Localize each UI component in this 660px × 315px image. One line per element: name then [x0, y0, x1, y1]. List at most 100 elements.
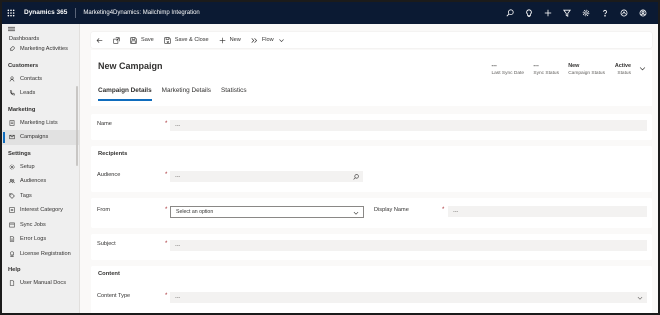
save-icon — [130, 36, 137, 44]
record-header: New Campaign --- Last Sync Date --- Sync… — [91, 50, 652, 106]
display-name-field[interactable]: --- — [448, 206, 647, 217]
tab-campaign-details[interactable]: Campaign Details — [98, 87, 152, 101]
sidebar-item-marketing-activities[interactable]: Marketing Activities — [2, 42, 79, 57]
content-type-select[interactable]: --- — [170, 292, 647, 303]
from-select-placeholder: Select an option — [176, 209, 214, 215]
sidebar-item-audiences[interactable]: Audiences — [2, 174, 79, 189]
flow-button[interactable]: Flow — [246, 32, 290, 48]
lightbulb-icon[interactable] — [519, 2, 538, 24]
tab-marketing-details[interactable]: Marketing Details — [162, 87, 211, 101]
display-name-label: Display Name — [374, 207, 409, 213]
sidebar-group-settings: Settings — [8, 150, 31, 157]
tab-list: Campaign Details Marketing Details Stati… — [98, 87, 247, 101]
sync-icon — [9, 222, 15, 228]
sidebar-item-label: Error Logs — [20, 236, 47, 243]
people-icon — [9, 179, 15, 184]
subject-section: Subject * --- — [91, 234, 652, 260]
header-field-sync-status: --- Sync Status — [533, 63, 559, 77]
save-button[interactable]: Save — [125, 32, 159, 48]
sidebar-item-dashboards[interactable]: Dashboards — [2, 34, 79, 42]
tab-statistics[interactable]: Statistics — [221, 87, 247, 101]
pop-out-icon — [113, 36, 120, 44]
hamburger-icon[interactable] — [2, 24, 79, 34]
copilot-icon[interactable] — [614, 2, 633, 24]
brand-title[interactable]: Dynamics 365 — [20, 8, 77, 18]
header-field-campaign-status: New Campaign Status — [568, 63, 605, 77]
from-label: From — [97, 207, 111, 213]
open-in-new-window-button[interactable] — [108, 32, 125, 48]
from-select[interactable]: Select an option — [170, 206, 364, 218]
save-and-close-button[interactable]: Save & Close — [159, 32, 214, 48]
app-launcher-icon[interactable] — [2, 2, 20, 24]
top-navigation-bar: Dynamics 365 Marketing4Dynamics: Mailchi… — [2, 2, 658, 24]
page-title: New Campaign — [98, 61, 163, 71]
header-field-label: Sync Status — [533, 71, 559, 76]
sidebar-item-campaigns[interactable]: Campaigns — [2, 130, 79, 145]
sidebar-item-tags[interactable]: Tags — [2, 189, 79, 204]
header-field-value: --- — [491, 63, 497, 69]
content-section: Content Content Type * --- — [91, 266, 652, 313]
from-section: From * Select an option Display Name * -… — [91, 198, 652, 228]
header-field-label: Status — [617, 71, 631, 76]
header-field-value: New — [568, 63, 580, 69]
sidebar-scrollbar[interactable] — [76, 86, 78, 166]
subject-field[interactable]: --- — [170, 240, 647, 251]
plus-icon[interactable] — [538, 2, 557, 24]
sidebar-item-label: License Registration — [20, 250, 71, 257]
required-marker: * — [442, 207, 445, 213]
name-label: Name — [97, 121, 112, 127]
phone-icon — [9, 90, 15, 96]
back-button[interactable] — [91, 32, 108, 48]
sidebar-item-leads[interactable]: Leads — [2, 86, 79, 101]
sidebar-item-label: User Manual Docs — [20, 280, 67, 287]
subject-label: Subject — [97, 241, 116, 247]
recipients-section-title: Recipients — [98, 151, 128, 157]
save-close-label: Save & Close — [174, 37, 209, 43]
sidebar-item-label: Leads — [20, 90, 36, 97]
expand-header-button[interactable] — [639, 65, 646, 74]
arrow-left-icon — [96, 37, 103, 43]
required-marker: * — [165, 293, 168, 299]
sidebar-item-label: Marketing Activities — [20, 46, 68, 53]
header-field-last-sync-date: --- Last Sync Date — [491, 63, 524, 77]
tag-icon — [9, 193, 15, 199]
required-marker: * — [165, 172, 168, 178]
sidebar: Dashboards Marketing Activities Customer… — [2, 24, 80, 313]
rocket-icon — [9, 46, 15, 52]
user-icon[interactable] — [633, 2, 652, 24]
app-name[interactable]: Marketing4Dynamics: Mailchimp Integratio… — [76, 10, 199, 16]
audience-lookup-field[interactable]: --- — [170, 171, 363, 182]
sidebar-item-label: Sync Jobs — [20, 221, 46, 228]
help-icon[interactable] — [595, 2, 614, 24]
content-type-label: Content Type — [97, 293, 131, 299]
sidebar-item-label: Tags — [20, 192, 32, 199]
sidebar-item-license-registration[interactable]: License Registration — [2, 247, 79, 262]
name-field[interactable]: --- — [170, 120, 647, 131]
sidebar-item-label: Marketing Lists — [20, 119, 58, 126]
filter-icon[interactable] — [557, 2, 576, 24]
doc-icon — [9, 280, 15, 286]
header-field-label: Campaign Status — [568, 71, 605, 76]
person-icon — [9, 76, 15, 82]
sidebar-item-interest-category[interactable]: Interest Category — [2, 203, 79, 218]
new-button[interactable]: New — [214, 32, 246, 48]
header-field-value: Active — [614, 63, 631, 69]
gear-icon — [9, 164, 15, 170]
sidebar-item-marketing-lists[interactable]: Marketing Lists — [2, 116, 79, 131]
chevron-down-icon — [278, 38, 284, 42]
search-icon[interactable] — [500, 2, 519, 24]
sidebar-item-user-manual-docs[interactable]: User Manual Docs — [2, 276, 79, 291]
plus-icon — [219, 37, 225, 43]
search-icon[interactable] — [353, 173, 359, 180]
name-section: Name * --- — [91, 114, 652, 140]
gear-icon[interactable] — [576, 2, 595, 24]
sidebar-item-contacts[interactable]: Contacts — [2, 72, 79, 87]
sidebar-item-setup[interactable]: Setup — [2, 160, 79, 175]
sidebar-item-error-logs[interactable]: Error Logs — [2, 232, 79, 247]
command-bar: Save Save & Close New Flow — [91, 32, 652, 48]
chevron-down-icon — [637, 296, 643, 300]
sidebar-item-sync-jobs[interactable]: Sync Jobs — [2, 218, 79, 233]
chevron-down-icon — [639, 67, 646, 71]
flow-icon — [251, 37, 257, 43]
chevron-down-icon — [353, 211, 359, 215]
